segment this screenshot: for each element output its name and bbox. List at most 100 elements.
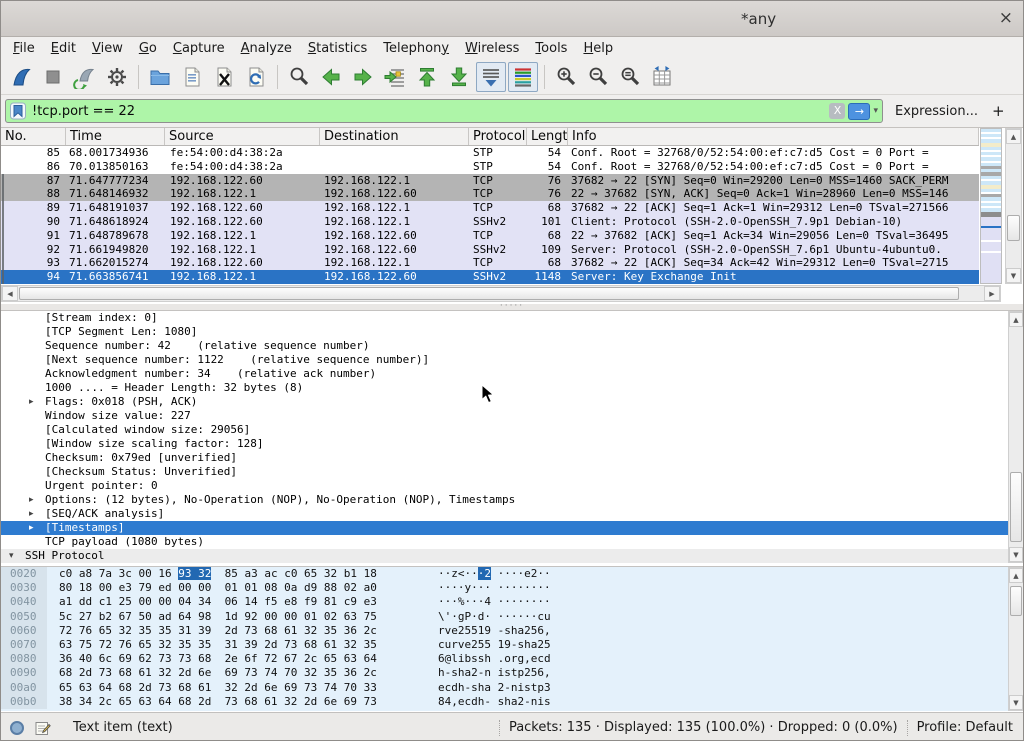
close-file-button[interactable] <box>209 62 239 92</box>
detail-scroll-down-arrow[interactable]: ▼ <box>1009 547 1023 562</box>
packet-row-85[interactable]: 8568.001734936fe:54:00:d4:38:2aSTP54Conf… <box>1 146 979 160</box>
column-header-length[interactable]: Length <box>527 128 568 145</box>
hex-row-0020[interactable]: 0020c0 a8 7a 3c 00 16 93 32 85 a3 ac c0 … <box>1 567 1023 581</box>
go-back-button[interactable] <box>316 62 346 92</box>
find-packet-button[interactable] <box>284 62 314 92</box>
vscroll-thumb[interactable] <box>1007 215 1020 241</box>
menu-help[interactable]: Help <box>575 39 621 58</box>
detail-row[interactable]: Checksum: 0x79ed [unverified] <box>1 451 1023 465</box>
hex-row-0080[interactable]: 008036 40 6c 69 62 73 73 68 2e 6f 72 67 … <box>1 652 1023 666</box>
column-header-source[interactable]: Source <box>165 128 320 145</box>
packet-row-89[interactable]: 8971.648191037192.168.122.60192.168.122.… <box>1 201 979 215</box>
packet-row-86[interactable]: 8670.013850163fe:54:00:d4:38:2aSTP54Conf… <box>1 160 979 174</box>
menu-go[interactable]: Go <box>131 39 165 58</box>
hex-bytes[interactable]: 72 76 65 32 35 35 31 39 2d 73 68 61 32 3… <box>59 624 377 638</box>
packet-list-header[interactable]: No.TimeSourceDestinationProtocolLengthIn… <box>1 128 979 146</box>
bytes-vscrollbar[interactable]: ▲ ▼ <box>1008 567 1024 711</box>
apply-filter-button[interactable]: → <box>848 103 870 120</box>
column-header-protocol[interactable]: Protocol <box>469 128 527 145</box>
column-header-destination[interactable]: Destination <box>320 128 469 145</box>
menu-edit[interactable]: Edit <box>43 39 84 58</box>
expand-arrow-icon[interactable]: ▸ <box>29 395 34 409</box>
hex-bytes[interactable]: 38 34 2c 65 63 64 68 2d 73 68 61 32 2d 6… <box>59 695 377 709</box>
expand-arrow-icon[interactable]: ▸ <box>49 563 54 564</box>
column-header-no[interactable]: No. <box>1 128 66 145</box>
hex-row-00a0[interactable]: 00a065 63 64 68 2d 73 68 61 32 2d 6e 69 … <box>1 681 1023 695</box>
expert-info-icon[interactable] <box>10 721 24 735</box>
detail-row[interactable]: [Calculated window size: 29056] <box>1 423 1023 437</box>
packet-row-90[interactable]: 9071.648618924192.168.122.60192.168.122.… <box>1 215 979 229</box>
zoom-in-button[interactable] <box>551 62 581 92</box>
hex-bytes[interactable]: a1 dd c1 25 00 00 04 34 06 14 f5 e8 f9 8… <box>59 595 377 609</box>
hex-row-0090[interactable]: 009068 2d 73 68 61 32 2d 6e 69 73 74 70 … <box>1 666 1023 680</box>
hex-ascii[interactable]: ··z<···2 ····e2·· <box>438 567 551 581</box>
capture-options-button[interactable] <box>102 62 132 92</box>
add-filter-button[interactable]: + <box>992 102 1005 120</box>
open-file-button[interactable] <box>145 62 175 92</box>
packet-row-88[interactable]: 8871.648146932192.168.122.1192.168.122.6… <box>1 187 979 201</box>
menu-view[interactable]: View <box>84 39 131 58</box>
detail-row[interactable]: [Checksum Status: Unverified] <box>1 465 1023 479</box>
packet-list-hscrollbar[interactable]: ◀ ▶ <box>1 285 1001 302</box>
scroll-right-arrow[interactable]: ▶ <box>984 286 1000 301</box>
go-forward-button[interactable] <box>348 62 378 92</box>
detail-row[interactable]: [Window size scaling factor: 128] <box>1 437 1023 451</box>
detail-row[interactable]: Sequence number: 42 (relative sequence n… <box>1 339 1023 353</box>
detail-row[interactable]: [Stream index: 0] <box>1 311 1023 325</box>
go-to-packet-button[interactable] <box>380 62 410 92</box>
colorize-toggle[interactable] <box>508 62 538 92</box>
hex-ascii[interactable]: ····y··· ········ <box>438 581 551 595</box>
detail-row[interactable]: Urgent pointer: 0 <box>1 479 1023 493</box>
go-last-packet-button[interactable] <box>444 62 474 92</box>
stop-capture-button[interactable] <box>38 62 68 92</box>
display-filter-input[interactable]: !tcp.port == 22 X → ▾ <box>5 99 883 123</box>
intelligent-scrollbar-minimap[interactable] <box>980 128 1002 284</box>
hex-row-0060[interactable]: 006072 76 65 32 35 35 31 39 2d 73 68 61 … <box>1 624 1023 638</box>
hex-ascii[interactable]: ···%···4 ········ <box>438 595 551 609</box>
reload-file-button[interactable] <box>241 62 271 92</box>
hex-bytes[interactable]: 68 2d 73 68 61 32 2d 6e 69 73 74 70 32 3… <box>59 666 377 680</box>
packet-row-87[interactable]: 8771.647777234192.168.122.60192.168.122.… <box>1 174 979 188</box>
hex-bytes[interactable]: 80 18 00 e3 79 ed 00 00 01 01 08 0a d9 8… <box>59 581 377 595</box>
bytes-scroll-down-arrow[interactable]: ▼ <box>1009 695 1023 710</box>
start-capture-button[interactable] <box>6 62 36 92</box>
expand-arrow-icon[interactable]: ▸ <box>29 507 34 521</box>
zoom-out-button[interactable] <box>583 62 613 92</box>
clear-filter-button[interactable]: X <box>829 103 845 119</box>
menu-file[interactable]: File <box>5 39 43 58</box>
save-file-button[interactable] <box>177 62 207 92</box>
hex-ascii[interactable]: ecdh-sha 2-nistp3 <box>438 681 551 695</box>
collapse-arrow-icon[interactable]: ▾ <box>9 549 14 563</box>
detail-row[interactable]: ▸SSH Version 2 (encryption:chacha20-poly… <box>1 563 1023 564</box>
expand-arrow-icon[interactable]: ▸ <box>29 493 34 507</box>
close-window-button[interactable]: × <box>999 8 1013 28</box>
hscroll-thumb[interactable] <box>19 287 959 300</box>
menu-analyze[interactable]: Analyze <box>233 39 300 58</box>
hex-bytes[interactable]: c0 a8 7a 3c 00 16 93 32 85 a3 ac c0 65 3… <box>59 567 377 581</box>
detail-row[interactable]: 1000 .... = Header Length: 32 bytes (8) <box>1 381 1023 395</box>
hex-bytes[interactable]: 63 75 72 76 65 32 35 35 31 39 2d 73 68 6… <box>59 638 377 652</box>
hex-ascii[interactable]: h-sha2-n istp256, <box>438 666 551 680</box>
bytes-scroll-up-arrow[interactable]: ▲ <box>1009 568 1023 583</box>
packet-list-vscrollbar[interactable]: ▲ ▼ <box>1005 128 1022 284</box>
capture-comment-icon[interactable] <box>35 720 51 736</box>
detail-row[interactable]: ▾SSH Protocol <box>1 549 1023 563</box>
menu-telephony[interactable]: Telephony <box>375 39 457 58</box>
detail-row[interactable]: ▸Options: (12 bytes), No-Operation (NOP)… <box>1 493 1023 507</box>
scroll-down-arrow[interactable]: ▼ <box>1006 268 1021 283</box>
expression-button[interactable]: Expression... <box>895 104 978 119</box>
packet-row-93[interactable]: 9371.662015274192.168.122.60192.168.122.… <box>1 256 979 270</box>
packet-row-94[interactable]: 9471.663856741192.168.122.1192.168.122.6… <box>1 270 979 284</box>
resize-columns-button[interactable] <box>647 62 677 92</box>
hex-ascii[interactable]: curve255 19-sha25 <box>438 638 551 652</box>
hex-row-0070[interactable]: 007063 75 72 76 65 32 35 35 31 39 2d 73 … <box>1 638 1023 652</box>
expand-arrow-icon[interactable]: ▸ <box>29 521 34 535</box>
detail-scroll-up-arrow[interactable]: ▲ <box>1009 312 1023 327</box>
detail-vscroll-thumb[interactable] <box>1010 472 1022 542</box>
scroll-left-arrow[interactable]: ◀ <box>2 286 18 301</box>
detail-row[interactable]: TCP payload (1080 bytes) <box>1 535 1023 549</box>
scroll-up-arrow[interactable]: ▲ <box>1006 129 1021 144</box>
detail-row[interactable]: [TCP Segment Len: 1080] <box>1 325 1023 339</box>
hex-ascii[interactable]: 84,ecdh- sha2-nis <box>438 695 551 709</box>
menu-wireless[interactable]: Wireless <box>457 39 527 58</box>
